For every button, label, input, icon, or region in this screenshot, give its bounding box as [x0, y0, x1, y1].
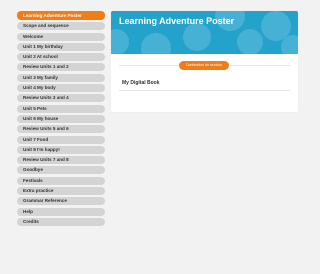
- divider: [119, 90, 290, 91]
- sidebar-item-scope-and-sequence[interactable]: Scope and sequence: [17, 22, 105, 31]
- decorative-circle: [111, 29, 129, 54]
- page-title: Learning Adventure Poster: [119, 16, 235, 26]
- sidebar-item-unit-6[interactable]: Unit 6 My house: [17, 114, 105, 123]
- sidebar-item-unit-1[interactable]: Unit 1 My birthday: [17, 42, 105, 51]
- content-card: Learning Adventure Poster Contenidos de …: [111, 11, 298, 112]
- sidebar-item-review-5-6[interactable]: Review Units 5 and 6: [17, 125, 105, 134]
- section-contents-button[interactable]: Contenidos de sección: [179, 61, 229, 70]
- sidebar-item-goodbye[interactable]: Goodbye: [17, 166, 105, 175]
- digital-book-label: My Digital Book: [122, 80, 160, 86]
- title-banner: Learning Adventure Poster: [111, 11, 298, 54]
- sidebar-item-festivals[interactable]: Festivals: [17, 176, 105, 185]
- sidebar-item-extra-practice[interactable]: Extra practice: [17, 187, 105, 196]
- sidebar-nav: Learning Adventure Poster Scope and sequ…: [17, 11, 105, 228]
- sidebar-item-unit-4[interactable]: Unit 4 My body: [17, 84, 105, 93]
- decorative-circle: [141, 33, 171, 54]
- sidebar-item-review-1-2[interactable]: Review Units 1 and 2: [17, 63, 105, 72]
- sidebar-item-review-7-8[interactable]: Review Units 7 and 8: [17, 156, 105, 165]
- sidebar-item-review-3-4[interactable]: Review Units 3 and 4: [17, 94, 105, 103]
- sidebar-item-help[interactable]: Help: [17, 207, 105, 216]
- decorative-circle: [281, 35, 298, 54]
- sidebar-item-unit-3[interactable]: Unit 3 My family: [17, 73, 105, 82]
- sidebar-item-credits[interactable]: Credits: [17, 217, 105, 226]
- sidebar-item-unit-5[interactable]: Unit 5 Pets: [17, 104, 105, 113]
- sidebar-item-unit-8[interactable]: Unit 8 I'm happy!: [17, 145, 105, 154]
- sidebar-item-grammar-reference[interactable]: Grammar Reference: [17, 197, 105, 206]
- decorative-circle: [183, 23, 211, 51]
- sidebar-item-learning-adventure-poster[interactable]: Learning Adventure Poster: [17, 11, 105, 20]
- sidebar-item-unit-7[interactable]: Unit 7 Food: [17, 135, 105, 144]
- sidebar-item-unit-2[interactable]: Unit 2 At school: [17, 53, 105, 62]
- sidebar-item-welcome[interactable]: Welcome: [17, 32, 105, 41]
- decorative-circle: [237, 29, 263, 54]
